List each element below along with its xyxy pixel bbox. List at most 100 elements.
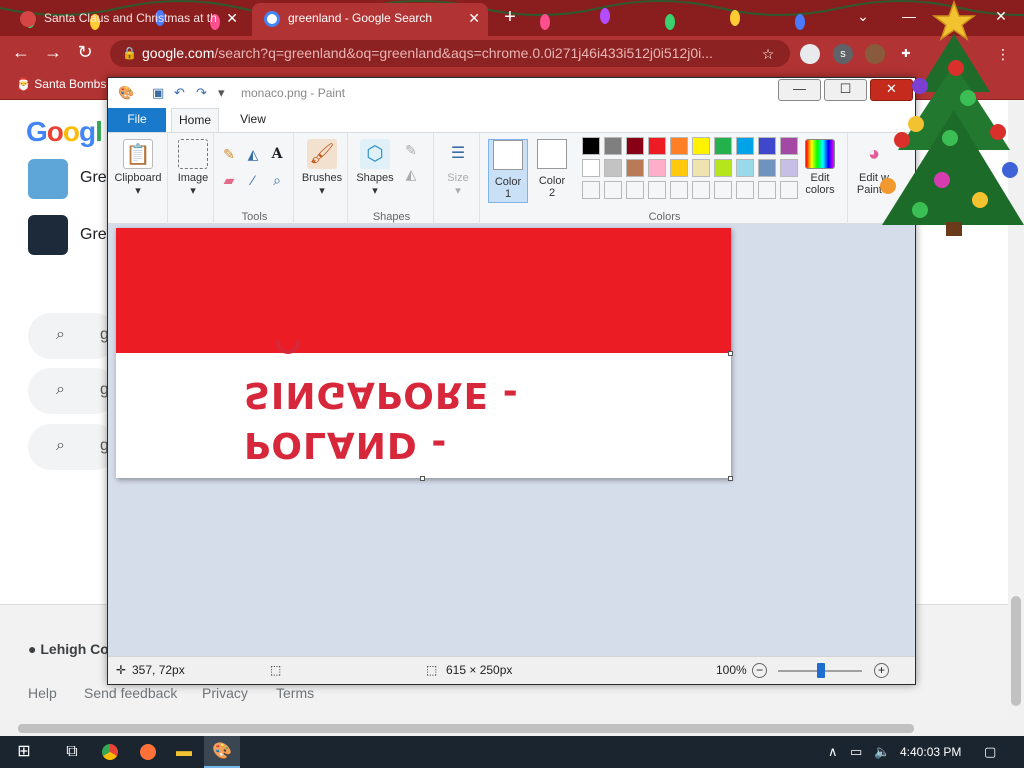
zoom-in-icon[interactable]: + <box>874 663 889 678</box>
footer-terms-link[interactable]: Terms <box>276 685 314 701</box>
brushes-button[interactable]: 🖌 Brushes ▾ <box>298 139 346 197</box>
reload-icon[interactable]: ↻ <box>72 41 98 65</box>
resize-handle-corner[interactable] <box>728 476 733 481</box>
tab-file[interactable]: File <box>108 108 166 132</box>
palette-swatch[interactable] <box>758 181 776 199</box>
page-vertical-scrollbar[interactable] <box>1008 100 1024 720</box>
tab-google-search[interactable]: greenland - Google Search ✕ <box>252 3 488 36</box>
palette-swatch[interactable] <box>780 159 798 177</box>
palette-swatch[interactable] <box>780 181 798 199</box>
save-icon[interactable]: ▣ <box>152 85 164 101</box>
extensions-puzzle-icon[interactable]: ✚ <box>896 44 916 64</box>
google-logo[interactable]: Googl <box>26 116 103 148</box>
new-tab-button[interactable]: + <box>498 6 522 30</box>
close-browser-button[interactable]: ✕ <box>978 0 1024 34</box>
palette-swatch[interactable] <box>670 181 688 199</box>
palette-swatch[interactable] <box>736 159 754 177</box>
task-view-icon[interactable]: ⧉ <box>54 736 90 768</box>
palette-swatch[interactable] <box>626 181 644 199</box>
zoom-out-icon[interactable]: − <box>752 663 767 678</box>
palette-swatch[interactable] <box>648 181 666 199</box>
palette-swatch[interactable] <box>626 137 644 155</box>
palette-swatch[interactable] <box>626 159 644 177</box>
tab-search-icon[interactable]: ⌄ <box>840 0 886 34</box>
footer-privacy-link[interactable]: Privacy <box>202 685 248 701</box>
palette-swatch[interactable] <box>692 159 710 177</box>
color-picker-icon[interactable]: ⁄ <box>244 171 262 189</box>
page-horizontal-scrollbar[interactable] <box>0 720 1024 736</box>
palette-swatch[interactable] <box>604 159 622 177</box>
related-search-pill[interactable]: ⌕ g <box>28 313 118 359</box>
palette-swatch[interactable] <box>670 159 688 177</box>
resize-handle-bottom[interactable] <box>420 476 425 481</box>
scrollbar-thumb[interactable] <box>1011 596 1021 706</box>
result-link[interactable]: Gre <box>80 169 107 187</box>
file-explorer-icon[interactable]: ▬ <box>166 736 202 768</box>
paint-close-button[interactable]: ✕ <box>870 79 913 101</box>
eraser-icon[interactable]: ▰ <box>220 171 238 189</box>
palette-swatch[interactable] <box>604 181 622 199</box>
outline-icon[interactable]: ✎ <box>402 141 420 159</box>
redo-icon[interactable]: ↷ <box>196 85 207 101</box>
result-thumbnail-map[interactable] <box>28 159 68 199</box>
pencil-icon[interactable]: ✎ <box>220 145 238 163</box>
canvas-area[interactable]: SINGAPORE - POLAND - <box>108 224 915 656</box>
image-canvas[interactable]: SINGAPORE - POLAND - <box>116 228 731 478</box>
palette-swatch[interactable] <box>582 159 600 177</box>
show-hidden-icons-chevron-icon[interactable]: ∧ <box>828 744 838 760</box>
fill-bucket-icon[interactable]: ◭ <box>244 145 262 163</box>
back-arrow-icon[interactable]: ← <box>8 41 34 65</box>
footer-location[interactable]: ● Lehigh Co <box>28 641 109 657</box>
palette-swatch[interactable] <box>582 181 600 199</box>
zoom-slider-thumb[interactable] <box>817 663 825 678</box>
clipboard-button[interactable]: 📋 Clipboard ▾ <box>114 139 162 197</box>
avatar[interactable] <box>865 44 885 64</box>
shapes-button[interactable]: ⬡ Shapes ▾ <box>352 139 398 197</box>
undo-icon[interactable]: ↶ <box>174 85 185 101</box>
palette-swatch[interactable] <box>736 137 754 155</box>
related-search-pill[interactable]: ⌕ g <box>28 368 118 414</box>
paint-taskbar-icon[interactable]: 🎨 <box>204 736 240 768</box>
extension-icon[interactable] <box>800 44 820 64</box>
palette-swatch[interactable] <box>604 137 622 155</box>
result-thumbnail-aurora[interactable] <box>28 215 68 255</box>
shape-fill-icon[interactable]: ◭ <box>402 165 420 183</box>
paint-minimize-button[interactable]: — <box>778 79 821 101</box>
magnifier-icon[interactable]: ⌕ <box>268 171 286 189</box>
forward-arrow-icon[interactable]: → <box>40 41 66 65</box>
paint-app-icon[interactable]: 🎨 <box>118 85 134 101</box>
edit-colors-button[interactable]: Edit colors <box>798 139 842 196</box>
palette-swatch[interactable] <box>758 159 776 177</box>
image-button[interactable]: Image ▾ <box>174 139 212 197</box>
tab-close-icon[interactable]: ✕ <box>468 3 480 33</box>
palette-swatch[interactable] <box>692 181 710 199</box>
palette-swatch[interactable] <box>648 137 666 155</box>
bookmark-star-icon[interactable]: ☆ <box>758 44 778 64</box>
palette-swatch[interactable] <box>692 137 710 155</box>
palette-swatch[interactable] <box>714 159 732 177</box>
footer-help-link[interactable]: Help <box>28 685 57 701</box>
profile-s-icon[interactable]: s <box>833 44 853 64</box>
size-button[interactable]: ☰ Size ▾ <box>438 139 478 197</box>
related-search-pill[interactable]: ⌕ g <box>28 424 118 470</box>
quick-access-dropdown-icon[interactable]: ▾ <box>218 85 225 101</box>
start-button-icon[interactable]: ⊞ <box>6 736 42 768</box>
palette-swatch[interactable] <box>714 137 732 155</box>
paint-maximize-button[interactable]: ☐ <box>824 79 867 101</box>
palette-swatch[interactable] <box>780 137 798 155</box>
text-tool-icon[interactable]: A <box>268 145 286 163</box>
chrome-taskbar-icon[interactable] <box>92 736 128 768</box>
color1-button[interactable]: Color 1 <box>488 139 528 203</box>
address-bar[interactable]: 🔒 google.com/search?q=greenland&oq=green… <box>110 40 790 67</box>
resize-handle-right[interactable] <box>728 351 733 356</box>
edit-with-paint3d-button[interactable]: ◕ Edit w Paint 3 <box>852 139 896 196</box>
notifications-icon[interactable]: ▢ <box>984 744 996 760</box>
tab-home[interactable]: Home <box>171 108 219 132</box>
bookmark-santa-bombs[interactable]: 🎅 Santa Bombs <box>16 77 106 91</box>
palette-swatch[interactable] <box>714 181 732 199</box>
result-link[interactable]: Gre <box>80 226 107 244</box>
minimize-browser-button[interactable]: — <box>886 0 932 34</box>
palette-swatch[interactable] <box>736 181 754 199</box>
footer-feedback-link[interactable]: Send feedback <box>84 685 177 701</box>
tab-view[interactable]: View <box>230 108 276 132</box>
